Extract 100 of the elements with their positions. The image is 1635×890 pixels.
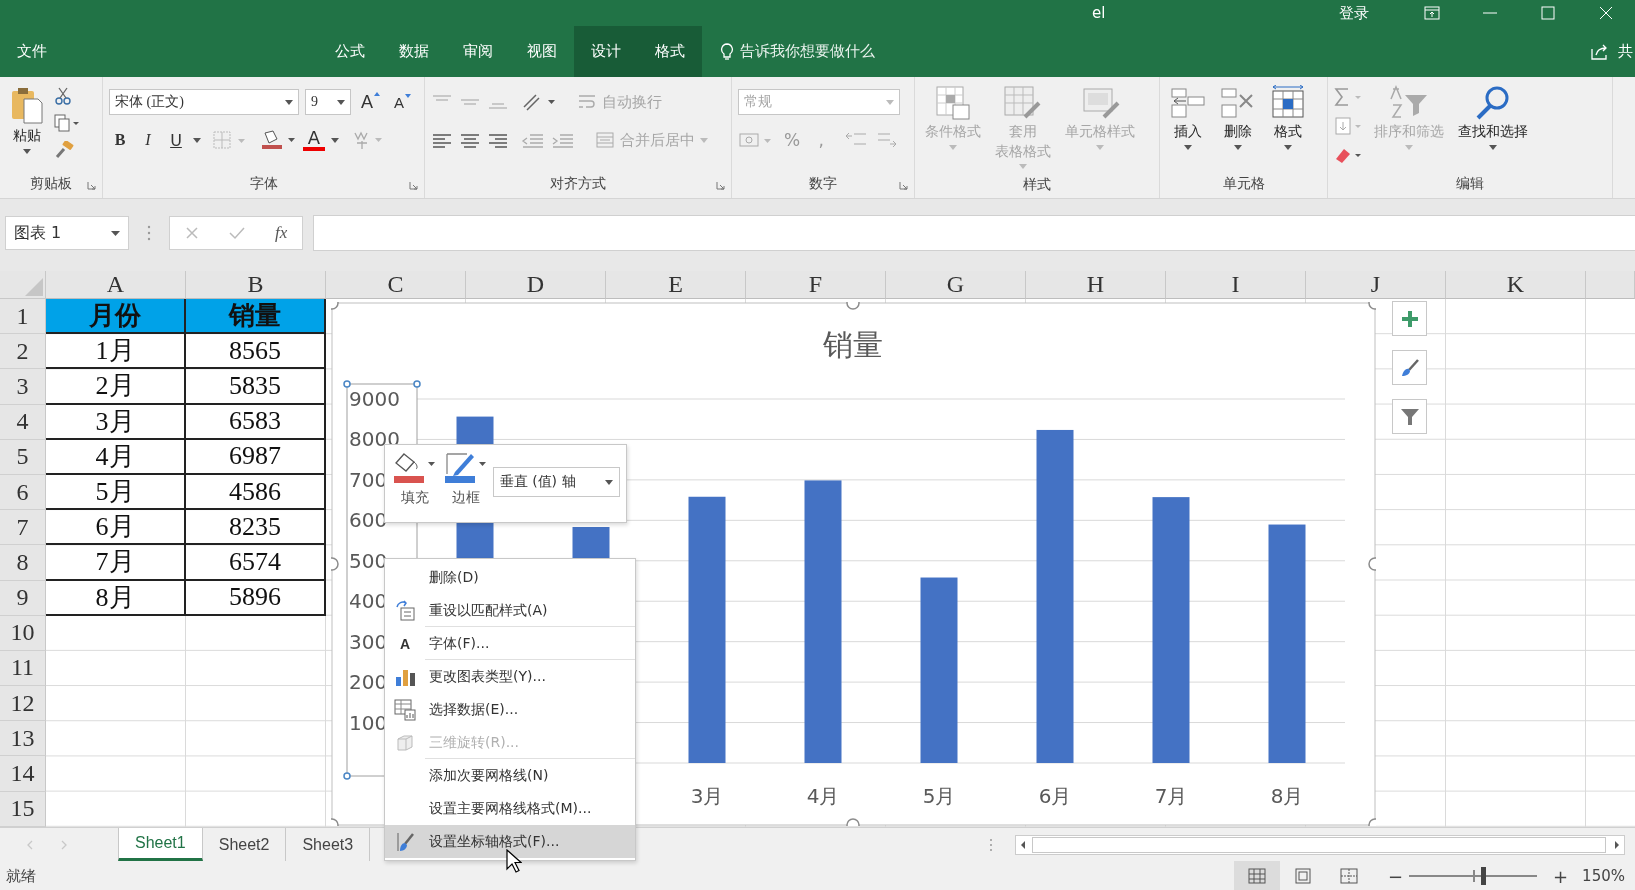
row-header[interactable]: 2 (0, 334, 46, 370)
menu-item[interactable]: 设置坐标轴格式(F)... (385, 825, 635, 858)
copy-icon[interactable] (54, 114, 80, 132)
row-header[interactable]: 9 (0, 580, 46, 616)
ribbon-tab[interactable]: 设计 (574, 26, 638, 77)
ribbon-tab[interactable]: 审阅 (446, 26, 510, 77)
row-header[interactable]: 5 (0, 439, 46, 475)
cells-button[interactable]: 格式 (1266, 83, 1310, 152)
row-header[interactable]: 3 (0, 369, 46, 405)
dialog-launcher-icon[interactable] (899, 181, 908, 190)
resize-handle[interactable] (846, 302, 860, 310)
bold-button[interactable]: B (109, 131, 131, 149)
share-label[interactable]: 共 (1618, 42, 1633, 61)
bar[interactable] (1152, 497, 1190, 763)
ribbon-tab[interactable]: 格式 (638, 26, 702, 77)
cancel-icon[interactable] (184, 226, 199, 240)
align-left-icon[interactable] (431, 131, 453, 149)
column-header[interactable]: C (326, 271, 466, 299)
chart-elements-button[interactable] (1392, 301, 1427, 336)
sign-in-link[interactable]: 登录 (1339, 3, 1369, 23)
drag-handle-icon[interactable] (147, 225, 151, 241)
dialog-launcher-icon[interactable] (409, 181, 418, 190)
font-family-dropdown[interactable]: 宋体 (正文) (109, 89, 299, 115)
row-header[interactable]: 1 (0, 299, 46, 335)
row-header[interactable]: 11 (0, 650, 46, 687)
chart-styles-button[interactable] (1392, 350, 1427, 385)
dialog-launcher-icon[interactable] (716, 181, 725, 190)
bar[interactable] (1268, 524, 1306, 763)
align-center-icon[interactable] (459, 131, 481, 149)
column-header[interactable]: F (746, 271, 886, 299)
row-header[interactable]: 13 (0, 721, 46, 757)
bar[interactable] (688, 496, 726, 763)
selection-handle[interactable] (343, 772, 351, 780)
fill-button[interactable]: 填充 (391, 450, 440, 507)
resize-handle[interactable] (1368, 557, 1376, 571)
tell-me-search[interactable]: 告诉我你想要做什么 (720, 26, 875, 77)
increase-font-size-button[interactable]: A (357, 91, 384, 113)
column-header[interactable]: K (1446, 271, 1586, 299)
scissors-icon[interactable] (54, 87, 72, 105)
row-header[interactable]: 10 (0, 615, 46, 651)
menu-item[interactable]: 选择数据(E)... (385, 693, 635, 726)
insert-function-button[interactable]: fx (275, 223, 288, 243)
text-orientation-icon[interactable] (521, 92, 557, 112)
align-right-icon[interactable] (487, 131, 509, 149)
ribbon-tab[interactable]: 公式 (318, 26, 382, 77)
cells-button[interactable]: 删除 (1216, 83, 1260, 152)
resize-handle[interactable] (331, 557, 339, 571)
menu-item[interactable]: 删除(D) (385, 561, 635, 594)
row-header[interactable]: 6 (0, 474, 46, 511)
menu-item[interactable]: 添加次要网格线(N) (385, 759, 635, 792)
zoom-out-button[interactable]: − (1381, 865, 1409, 887)
selection-handle[interactable] (413, 380, 421, 388)
menu-item[interactable]: A 字体(F)... (385, 627, 635, 660)
row-header[interactable]: 7 (0, 510, 46, 546)
fill-color-icon[interactable] (259, 129, 297, 151)
autosum-icon[interactable] (1334, 87, 1364, 107)
resize-handle[interactable] (331, 302, 339, 310)
font-size-dropdown[interactable]: 9 (305, 89, 351, 115)
sheet-tab[interactable]: Sheet1 (118, 828, 203, 861)
formula-input[interactable] (313, 215, 1635, 251)
format-painter-icon[interactable] (54, 141, 74, 159)
chart-element-dropdown[interactable]: 垂直 (值) 轴 (492, 467, 620, 497)
outline-button[interactable]: 边框 (441, 450, 491, 507)
fill-down-icon[interactable] (1334, 116, 1364, 136)
name-box[interactable]: 图表 1 (5, 216, 129, 250)
row-header[interactable]: 8 (0, 545, 46, 581)
ribbon-tab[interactable]: 数据 (382, 26, 446, 77)
menu-item[interactable]: 重设以匹配样式(A) (385, 594, 635, 627)
dialog-launcher-icon[interactable] (87, 181, 96, 190)
chart-title[interactable]: 销量 (823, 327, 883, 362)
selection-handle[interactable] (343, 380, 351, 388)
underline-button[interactable]: U (165, 130, 187, 150)
menu-item[interactable]: 设置主要网格线格式(M)... (385, 792, 635, 825)
italic-button[interactable]: I (137, 131, 159, 149)
zoom-slider-thumb[interactable] (1481, 867, 1487, 885)
font-color-button[interactable]: A (303, 129, 325, 151)
paste-button[interactable]: 粘贴 (6, 83, 48, 156)
splitter-handle-icon[interactable] (989, 837, 993, 852)
chart-filters-button[interactable] (1392, 399, 1427, 434)
horizontal-scrollbar[interactable] (1015, 834, 1625, 855)
zoom-level-text[interactable]: 150% (1582, 867, 1625, 885)
currency-format-icon[interactable] (738, 130, 774, 150)
row-header[interactable]: 12 (0, 686, 46, 722)
column-header[interactable]: D (466, 271, 606, 299)
caret-icon[interactable] (193, 137, 201, 143)
column-header[interactable]: B (186, 271, 326, 299)
column-header[interactable]: J (1306, 271, 1446, 299)
resize-handle[interactable] (1368, 302, 1376, 310)
caret-icon[interactable] (331, 137, 339, 143)
cells-button[interactable]: 插入 (1166, 83, 1210, 152)
decrease-font-size-button[interactable]: A (390, 93, 416, 111)
resize-handle[interactable] (331, 818, 339, 826)
checkmark-icon[interactable] (227, 226, 246, 240)
row-header[interactable]: 14 (0, 756, 46, 792)
column-header[interactable]: E (606, 271, 746, 299)
share-icon[interactable] (1590, 42, 1610, 61)
ribbon-tab[interactable]: 文件 (0, 26, 64, 77)
column-header[interactable]: G (886, 271, 1026, 299)
zoom-in-button[interactable]: + (1547, 865, 1575, 887)
bar[interactable] (920, 577, 958, 763)
